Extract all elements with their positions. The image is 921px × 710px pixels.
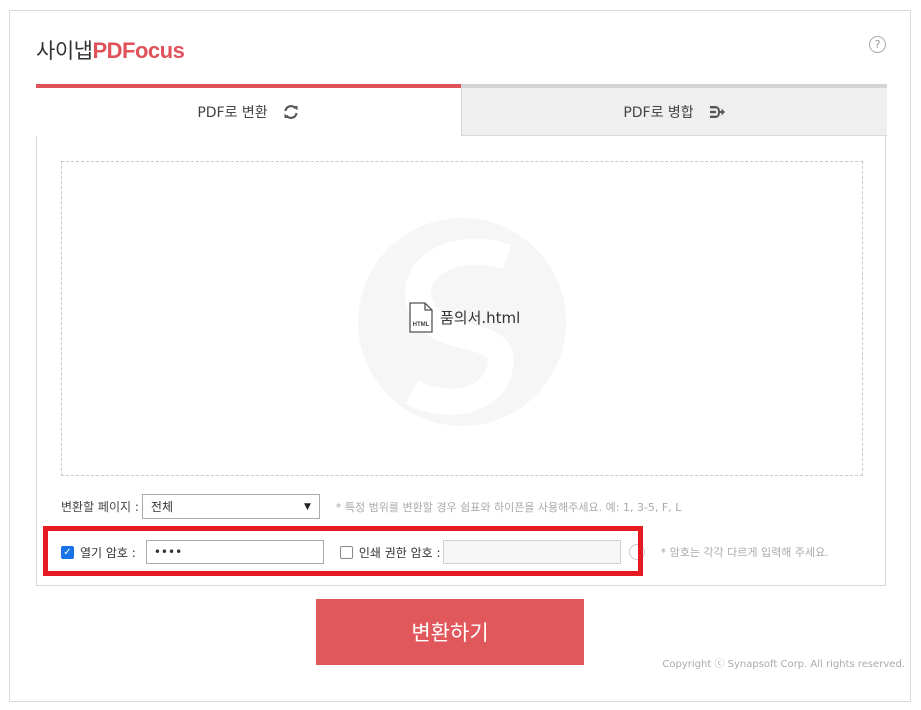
dropdown-arrow-icon: ▼ (304, 501, 311, 512)
password-row: ✓ 열기 암호 : •••• 인쇄 권한 암호 : * 암호는 각각 다르게 입… (61, 540, 829, 564)
info-icon (628, 544, 645, 560)
open-password-checkbox[interactable]: ✓ (61, 545, 74, 559)
refresh-icon (282, 103, 300, 121)
tab-label: PDF로 병합 (623, 104, 694, 121)
print-password-checkbox[interactable] (339, 545, 353, 559)
page-range-label: 변환할 페이지 : (61, 500, 139, 514)
page-range-select[interactable]: 전체 ▼ (141, 494, 320, 519)
tab-merge-pdf[interactable]: PDF로 병합 (461, 84, 887, 136)
print-password-input[interactable] (442, 540, 621, 564)
merge-icon (708, 103, 726, 121)
brand-name: PDFocus (92, 38, 185, 63)
html-file-icon: HTML (408, 302, 434, 333)
copyright: Copyright ⓒ Synapsoft Corp. All rights r… (662, 659, 905, 670)
password-hint: * 암호는 각각 다르게 입력해 주세요. (660, 546, 829, 559)
open-password-label: 열기 암호 : (80, 545, 136, 560)
page-range-row: 변환할 페이지 : 전체 ▼ * 특정 범위를 변환할 경우 쉼표와 하이픈을 … (61, 494, 681, 519)
file-type-label: HTML (413, 322, 430, 328)
convert-button[interactable]: 변환하기 (316, 599, 584, 665)
file-drop-zone[interactable]: HTML 품의서.html (61, 161, 863, 476)
open-password-input[interactable]: •••• (145, 540, 324, 564)
page-range-value: 전체 (150, 500, 174, 514)
page-range-hint: * 특정 범위를 변환할 경우 쉼표와 하이픈을 사용해주세요. 예: 1, 3… (335, 500, 682, 514)
print-password-label: 인쇄 권한 암호 : (358, 545, 441, 560)
uploaded-file[interactable]: HTML 품의서.html (408, 302, 520, 333)
converter-panel: PDF로 변환 PDF로 병합 HTML 품의서.html 변환할 페이지: … (36, 84, 887, 586)
brand-prefix: 사이냅 (36, 39, 93, 63)
tab-label: PDF로 변환 (197, 105, 268, 121)
file-name: 품의서.html (440, 309, 521, 327)
brand-logo: 사이냅PDFocus (36, 35, 185, 65)
tab-convert-to-pdf[interactable]: PDF로 변환 (36, 84, 461, 136)
help-icon[interactable]: ? (869, 36, 886, 53)
